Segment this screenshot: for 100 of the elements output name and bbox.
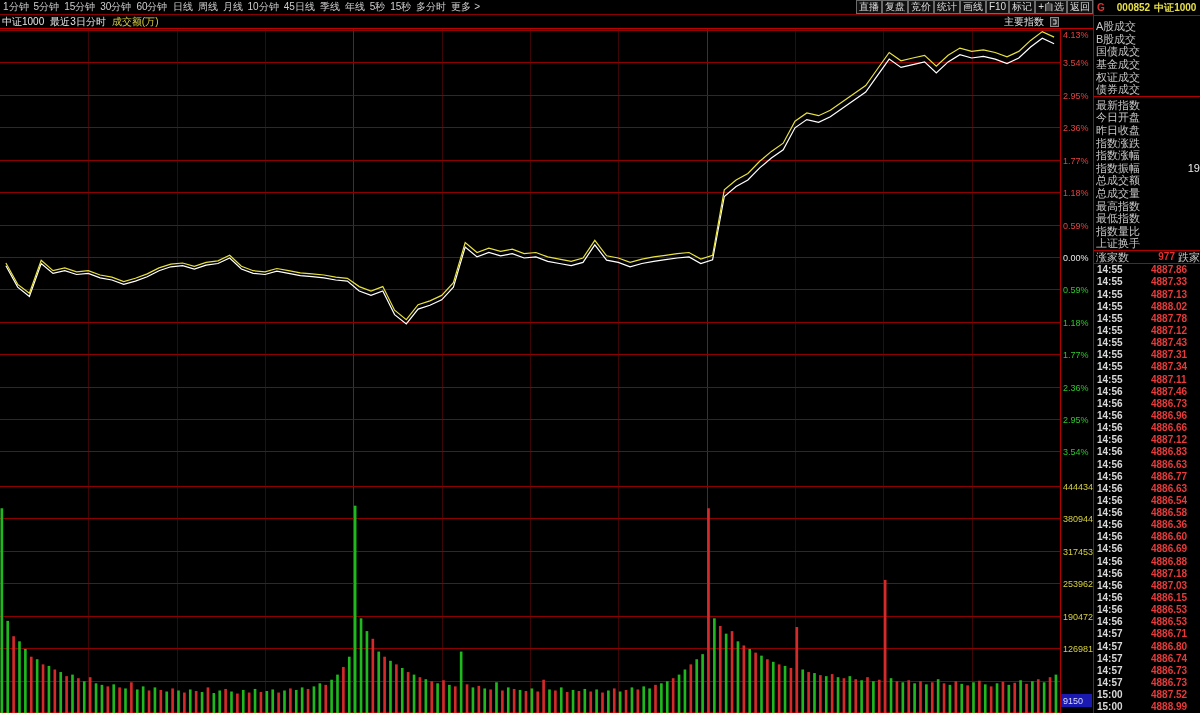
- toolbar-button[interactable]: 画线: [959, 0, 986, 14]
- volume-bar: [324, 684, 328, 713]
- period-tab[interactable]: 年线: [344, 0, 365, 14]
- volume-bar: [819, 675, 822, 713]
- volume-bar: [442, 680, 445, 713]
- axis-label: 1.77%: [1063, 155, 1089, 166]
- tick-price: 4887.11: [1151, 373, 1187, 385]
- volume-bar: [583, 688, 587, 713]
- volume-bar: [259, 692, 263, 713]
- index-menu-button[interactable]: 主要指数: [1004, 15, 1044, 28]
- volume-bar: [336, 674, 339, 713]
- period-tab[interactable]: 多分时: [416, 0, 447, 14]
- toolbar-button[interactable]: 复盘: [881, 0, 908, 14]
- tick-time: 15:00: [1097, 701, 1124, 713]
- panel-icon[interactable]: [1050, 16, 1059, 27]
- toolbar-button[interactable]: +自选: [1035, 0, 1067, 14]
- stat-label: 指数量比: [1096, 224, 1140, 237]
- tick-price: 4886.88: [1151, 555, 1188, 567]
- volume-bar: [436, 683, 439, 713]
- tick-time: 14:56: [1097, 592, 1124, 604]
- volume-bar: [212, 693, 216, 713]
- axis-label: 0.59%: [1063, 285, 1089, 296]
- tick-time: 14:55: [1097, 300, 1124, 312]
- period-tab[interactable]: 1分钟: [3, 0, 29, 14]
- stat-label: 最新指数: [1096, 98, 1140, 111]
- period-tab[interactable]: 45日线: [283, 0, 315, 14]
- tick-price: 4886.66: [1151, 422, 1188, 434]
- volume-bar: [59, 672, 63, 713]
- volume-bar: [77, 678, 80, 713]
- volume-bar: [677, 674, 681, 713]
- volume-bar: [88, 677, 92, 713]
- toolbar-button[interactable]: 返回: [1067, 0, 1093, 14]
- period-tab[interactable]: 周线: [197, 0, 218, 14]
- volume-bar: [936, 679, 940, 713]
- volume-bar: [577, 691, 581, 713]
- volume-bar: [135, 689, 139, 713]
- volume-bar: [330, 679, 333, 713]
- period-tab[interactable]: 10分钟: [247, 0, 279, 14]
- tick-price: 4886.73: [1151, 397, 1188, 409]
- volume-bar: [895, 681, 899, 713]
- volume-bar: [430, 681, 434, 713]
- indicator-label: 成交额(万): [111, 15, 159, 28]
- volume-bar: [247, 692, 251, 713]
- period-tab[interactable]: 30分钟: [100, 0, 132, 14]
- tick-time: 14:55: [1097, 312, 1124, 324]
- volume-bar: [995, 683, 999, 713]
- volume-bar: [830, 674, 834, 713]
- volume-bar: [412, 674, 416, 713]
- tick-time: 14:56: [1097, 385, 1124, 397]
- volume-bar: [824, 676, 828, 713]
- volume-bar: [671, 678, 675, 713]
- toolbar-button[interactable]: 标记: [1009, 0, 1036, 14]
- volume-bar: [783, 665, 787, 713]
- period-tab[interactable]: 月线: [222, 0, 243, 14]
- volume-bar: [742, 645, 746, 713]
- volume-bar: [312, 686, 316, 713]
- axis-label: 2.95%: [1063, 90, 1089, 101]
- tick-price: 4888.02: [1151, 300, 1188, 312]
- volume-bar: [801, 669, 805, 713]
- tick-time: 14:55: [1097, 349, 1124, 361]
- volume-bar: [913, 683, 916, 713]
- volume-bar: [253, 688, 257, 713]
- volume-bar: [1048, 677, 1052, 713]
- volume-bar: [554, 690, 557, 713]
- volume-bar: [930, 682, 934, 713]
- volume-bar: [188, 689, 192, 713]
- axis-label: 3.54%: [1063, 58, 1089, 69]
- volume-bar: [183, 692, 186, 713]
- period-tab[interactable]: 60分钟: [136, 0, 168, 14]
- period-tab[interactable]: 日线: [172, 0, 193, 14]
- toolbar-button[interactable]: 直播: [855, 0, 882, 14]
- period-tab[interactable]: 5秒: [369, 0, 386, 14]
- volume-bar: [483, 688, 487, 713]
- volume-bar: [978, 680, 981, 713]
- volume-bar: [524, 691, 528, 713]
- volume-bar: [271, 689, 275, 713]
- period-tab[interactable]: 更多 >: [451, 0, 481, 14]
- toolbar-button[interactable]: F10: [985, 0, 1010, 14]
- period-tab[interactable]: 5分钟: [33, 0, 60, 14]
- volume-bar: [94, 683, 98, 713]
- stat-label: A股成交: [1096, 20, 1137, 33]
- volume-bar: [1054, 674, 1058, 713]
- period-tab[interactable]: 15秒: [390, 0, 412, 14]
- axis-label: 380944: [1063, 514, 1093, 524]
- volume-bar: [383, 656, 386, 713]
- tick-price: 4887.46: [1151, 385, 1188, 397]
- toolbar-button[interactable]: 竞价: [907, 0, 934, 14]
- volume-bar: [224, 688, 227, 713]
- volume-bar: [477, 685, 481, 713]
- period-tab[interactable]: 季线: [319, 0, 340, 14]
- toolbar-button[interactable]: 统计: [933, 0, 960, 14]
- tick-price: 4887.18: [1151, 567, 1188, 579]
- axis-label: 2.36%: [1063, 382, 1089, 393]
- period-tab[interactable]: 15分钟: [64, 0, 96, 14]
- volume-bar: [1007, 684, 1011, 713]
- volume-bar: [1013, 682, 1017, 713]
- volume-bar: [347, 656, 351, 713]
- volume-bar: [306, 688, 310, 713]
- volume-bar: [954, 681, 958, 713]
- volume-bar: [200, 692, 204, 713]
